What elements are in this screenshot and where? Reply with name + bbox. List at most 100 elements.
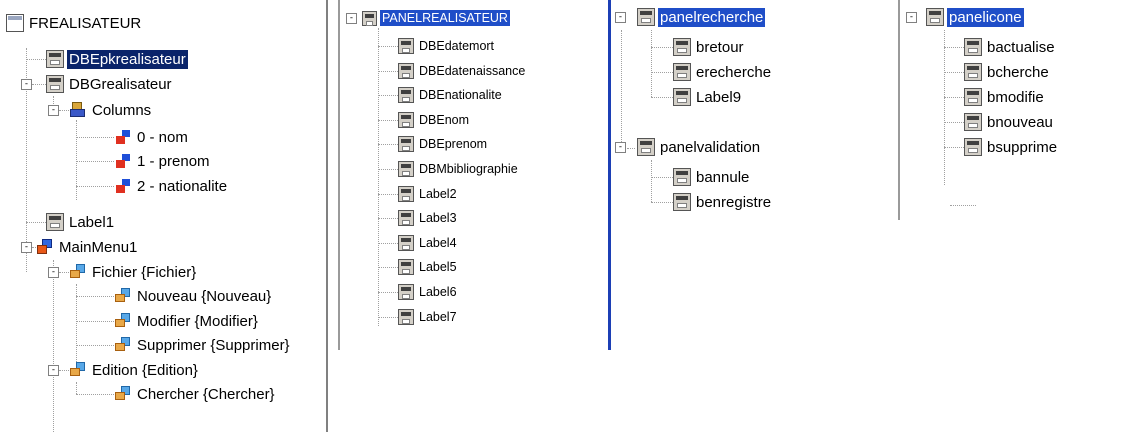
- tree-node-label6[interactable]: Label6: [398, 281, 459, 303]
- component-tree-panelrealisateur[interactable]: - PANELREALISATEUR DBEdatemort DBEdatenai…: [338, 0, 570, 350]
- tree-node-label: DBEprenom: [419, 137, 488, 152]
- tree-node-modifier[interactable]: Modifier {Modifier}: [114, 310, 260, 332]
- component-icon: [398, 161, 414, 177]
- tree-node-dbedatemort[interactable]: DBEdatemort: [398, 35, 496, 57]
- button-control-icon: [964, 88, 982, 106]
- tree-node-dbgrealisateur[interactable]: DBGrealisateur: [46, 73, 174, 95]
- component-icon: [398, 87, 414, 104]
- component-icon: [398, 62, 414, 79]
- tree-node-bretour[interactable]: bretour: [673, 36, 746, 58]
- tree-node-panelicone[interactable]: panelicone: [926, 6, 1024, 28]
- tree-node-dbedatenaissance[interactable]: DBEdatenaissance: [398, 60, 527, 82]
- collapse-toggle[interactable]: -: [48, 267, 59, 278]
- tree-node-label: DBEdatenaissance: [419, 63, 526, 78]
- panel-icon: [637, 8, 655, 26]
- button-control-icon: [673, 193, 691, 211]
- tree-node-label7[interactable]: Label7: [398, 306, 459, 328]
- label-control-icon: [46, 213, 64, 231]
- tree-node-label3[interactable]: Label3: [398, 207, 459, 229]
- tree-node-label: DBEnationalite: [419, 88, 502, 103]
- menu-item-icon: [69, 263, 87, 281]
- tree-node-bannule[interactable]: bannule: [673, 166, 751, 188]
- tree-node-bsupprime[interactable]: bsupprime: [964, 136, 1059, 158]
- tree-node-dbmbibliographie[interactable]: DBMbibliographie: [398, 158, 520, 180]
- tree-node-label: FREALISATEUR: [29, 14, 142, 32]
- collapse-toggle[interactable]: -: [48, 105, 59, 116]
- tree-node-panelrecherche[interactable]: panelrecherche: [637, 6, 766, 28]
- tree-node-label: Edition {Edition}: [92, 361, 198, 379]
- button-control-icon: [964, 63, 982, 81]
- tree-node-columns[interactable]: Columns: [69, 99, 153, 121]
- tree-node-edition[interactable]: Edition {Edition}: [69, 359, 200, 381]
- tree-node-label4[interactable]: Label4: [398, 232, 459, 254]
- tree-node-label5[interactable]: Label5: [398, 256, 459, 278]
- tree-node-label: panelrecherche: [658, 7, 766, 27]
- tree-node-frealisateur[interactable]: FREALISATEUR: [6, 12, 143, 34]
- tree-node-dbenom[interactable]: DBEnom: [398, 109, 471, 131]
- columns-collection-icon: [69, 101, 87, 119]
- component-icon: [398, 38, 414, 54]
- tree-node-label1[interactable]: Label1: [46, 211, 116, 233]
- tree-node-bmodifie[interactable]: bmodifie: [964, 86, 1046, 108]
- tree-node-fichier[interactable]: Fichier {Fichier}: [69, 261, 198, 283]
- tree-node-bnouveau[interactable]: bnouveau: [964, 111, 1055, 133]
- tree-node-nouveau[interactable]: Nouveau {Nouveau}: [114, 285, 273, 307]
- tree-node-dbenationalite[interactable]: DBEnationalite: [398, 84, 504, 106]
- collapse-toggle[interactable]: -: [615, 142, 626, 153]
- tree-node-label: bretour: [696, 38, 744, 56]
- collapse-toggle[interactable]: -: [615, 12, 626, 23]
- tree-node-supprimer[interactable]: Supprimer {Supprimer}: [114, 334, 292, 356]
- tree-node-label2[interactable]: Label2: [398, 183, 459, 205]
- component-tree-panelicone[interactable]: - panelicone bactualise bcherche bmodifie b…: [898, 0, 1125, 220]
- component-icon: [398, 210, 414, 227]
- component-icon: [398, 136, 414, 153]
- tree-node-label: Label9: [696, 88, 742, 106]
- collapse-toggle[interactable]: -: [48, 365, 59, 376]
- tree-node-dbepkrealisateur[interactable]: DBEpkrealisateur: [46, 48, 188, 70]
- tree-node-label: DBEdatemort: [419, 39, 495, 53]
- column-icon: [114, 152, 132, 170]
- menu-item-icon: [114, 312, 132, 330]
- tree-node-label: Label4: [419, 235, 457, 250]
- tree-node-label9[interactable]: Label9: [673, 86, 743, 108]
- component-icon: [398, 185, 414, 202]
- button-control-icon: [673, 88, 691, 106]
- collapse-toggle[interactable]: -: [906, 12, 917, 23]
- column-icon: [114, 128, 132, 146]
- component-tree-frealisateur[interactable]: FREALISATEUR DBEpkrealisateur - DBGreali…: [0, 0, 328, 432]
- menu-item-icon: [69, 361, 87, 379]
- tree-node-erecherche[interactable]: erecherche: [673, 61, 773, 83]
- tree-node-bcherche[interactable]: bcherche: [964, 61, 1051, 83]
- tree-node-mainmenu1[interactable]: MainMenu1: [36, 236, 139, 258]
- collapse-toggle[interactable]: -: [21, 79, 32, 90]
- tree-node-label: Columns: [92, 101, 152, 119]
- tree-node-label: Label5: [419, 260, 457, 275]
- collapse-toggle[interactable]: -: [21, 242, 32, 253]
- button-control-icon: [673, 168, 691, 186]
- button-control-icon: [964, 138, 982, 156]
- tree-node-column-nationalite[interactable]: 2 - nationalite: [114, 175, 229, 197]
- component-icon: [398, 259, 414, 276]
- tree-node-label: 0 - nom: [137, 128, 188, 146]
- tree-node-label: DBGrealisateur: [69, 75, 172, 93]
- tree-node-bactualise[interactable]: bactualise: [964, 36, 1057, 58]
- tree-node-label: bactualise: [987, 38, 1055, 56]
- tree-node-label: panelvalidation: [660, 138, 761, 156]
- tree-node-panelrealisateur[interactable]: PANELREALISATEUR: [362, 7, 510, 29]
- tree-node-column-nom[interactable]: 0 - nom: [114, 126, 190, 148]
- panel-icon: [637, 138, 655, 156]
- tree-node-panelvalidation[interactable]: panelvalidation: [637, 136, 762, 158]
- tree-node-benregistre[interactable]: benregistre: [673, 191, 773, 213]
- tree-node-label: 2 - nationalite: [137, 177, 228, 195]
- tree-node-dbeprenom[interactable]: DBEprenom: [398, 133, 489, 155]
- tree-node-label: 1 - prenom: [137, 152, 210, 170]
- tree-node-label: DBEnom: [419, 112, 470, 127]
- tree-node-label: DBEpkrealisateur: [67, 49, 188, 69]
- tree-node-chercher[interactable]: Chercher {Chercher}: [114, 383, 277, 405]
- tree-node-column-prenom[interactable]: 1 - prenom: [114, 150, 212, 172]
- button-control-icon: [673, 38, 691, 56]
- component-tree-panels[interactable]: - panelrecherche bretour erecherche Label9…: [608, 0, 848, 350]
- collapse-toggle[interactable]: -: [346, 13, 357, 24]
- button-control-icon: [673, 63, 691, 81]
- tree-node-label: bcherche: [987, 63, 1049, 81]
